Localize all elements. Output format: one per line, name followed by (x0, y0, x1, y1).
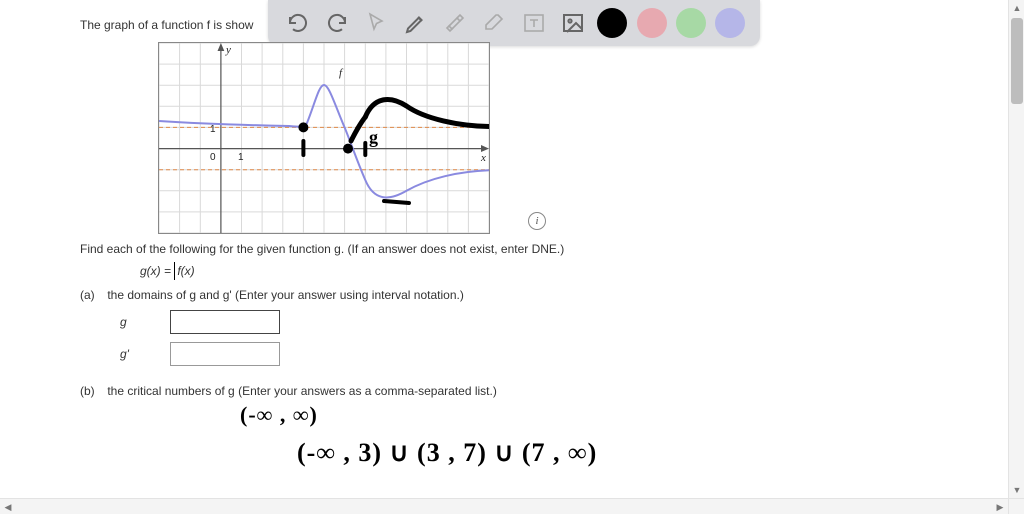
gx-definition: g(x) = f(x) (140, 264, 1024, 278)
scroll-up-icon[interactable]: ▲ (1009, 0, 1024, 16)
redo-button[interactable] (322, 8, 352, 38)
y-axis-label: y (225, 44, 231, 56)
annotation-toolbar (268, 0, 760, 46)
undo-button[interactable] (283, 8, 313, 38)
gprime-domain-row: g' (120, 342, 1024, 366)
scroll-corner (1008, 498, 1024, 514)
function-graph: y x f 0 1 1 (158, 42, 490, 234)
pen-tool[interactable] (401, 8, 431, 38)
tick-one-y: 1 (210, 124, 216, 135)
info-icon[interactable]: i (528, 212, 546, 230)
scroll-down-icon[interactable]: ▼ (1009, 482, 1024, 498)
part-a-text: the domains of g and g' (Enter your answ… (107, 288, 464, 302)
tick-one-x: 1 (238, 152, 244, 163)
text-box-icon[interactable] (519, 8, 549, 38)
tick-zero: 0 (210, 152, 216, 163)
gprime-label: g' (120, 347, 170, 361)
f-curve-label: f (339, 67, 344, 79)
color-green[interactable] (676, 8, 706, 38)
scroll-left-icon[interactable]: ◀ (0, 499, 16, 514)
vertical-scroll-thumb[interactable] (1011, 18, 1023, 104)
vertical-scrollbar[interactable]: ▲ ▼ (1008, 0, 1024, 498)
g-label: g (120, 315, 170, 329)
color-purple[interactable] (715, 8, 745, 38)
g-domain-row: g (120, 310, 1024, 334)
horizontal-scrollbar[interactable]: ◀ ▶ (0, 498, 1008, 514)
g-hand-label: g (369, 127, 378, 147)
part-a: (a) the domains of g and g' (Enter your … (80, 288, 1024, 302)
handwriting-gprime-domain: (-∞ , 3) ∪ (3 , 7) ∪ (7 , ∞) (297, 438, 597, 468)
eraser-tool[interactable] (479, 8, 509, 38)
image-tool[interactable] (558, 8, 588, 38)
question-prompt: Find each of the following for the given… (80, 242, 1024, 256)
handwriting-g-domain: (-∞ , ∞) (240, 402, 318, 428)
point-x4 (298, 122, 308, 132)
viewport: The graph of a function f is show (0, 0, 1024, 514)
point-x7 (343, 144, 353, 154)
part-a-label: (a) (80, 288, 104, 302)
color-pink[interactable] (637, 8, 667, 38)
part-b-text: the critical numbers of g (Enter your an… (107, 384, 496, 398)
color-black[interactable] (597, 8, 627, 38)
question-content: The graph of a function f is show (0, 0, 1024, 398)
x-axis-label: x (480, 152, 486, 164)
g-domain-input[interactable] (170, 310, 280, 334)
scroll-right-icon[interactable]: ▶ (992, 499, 1008, 514)
graph-container: y x f 0 1 1 (158, 42, 518, 234)
part-b-label: (b) (80, 384, 104, 398)
cursor-tool[interactable] (361, 8, 391, 38)
tools-icon[interactable] (440, 8, 470, 38)
gprime-domain-input[interactable] (170, 342, 280, 366)
part-b: (b) the critical numbers of g (Enter you… (80, 384, 1024, 398)
